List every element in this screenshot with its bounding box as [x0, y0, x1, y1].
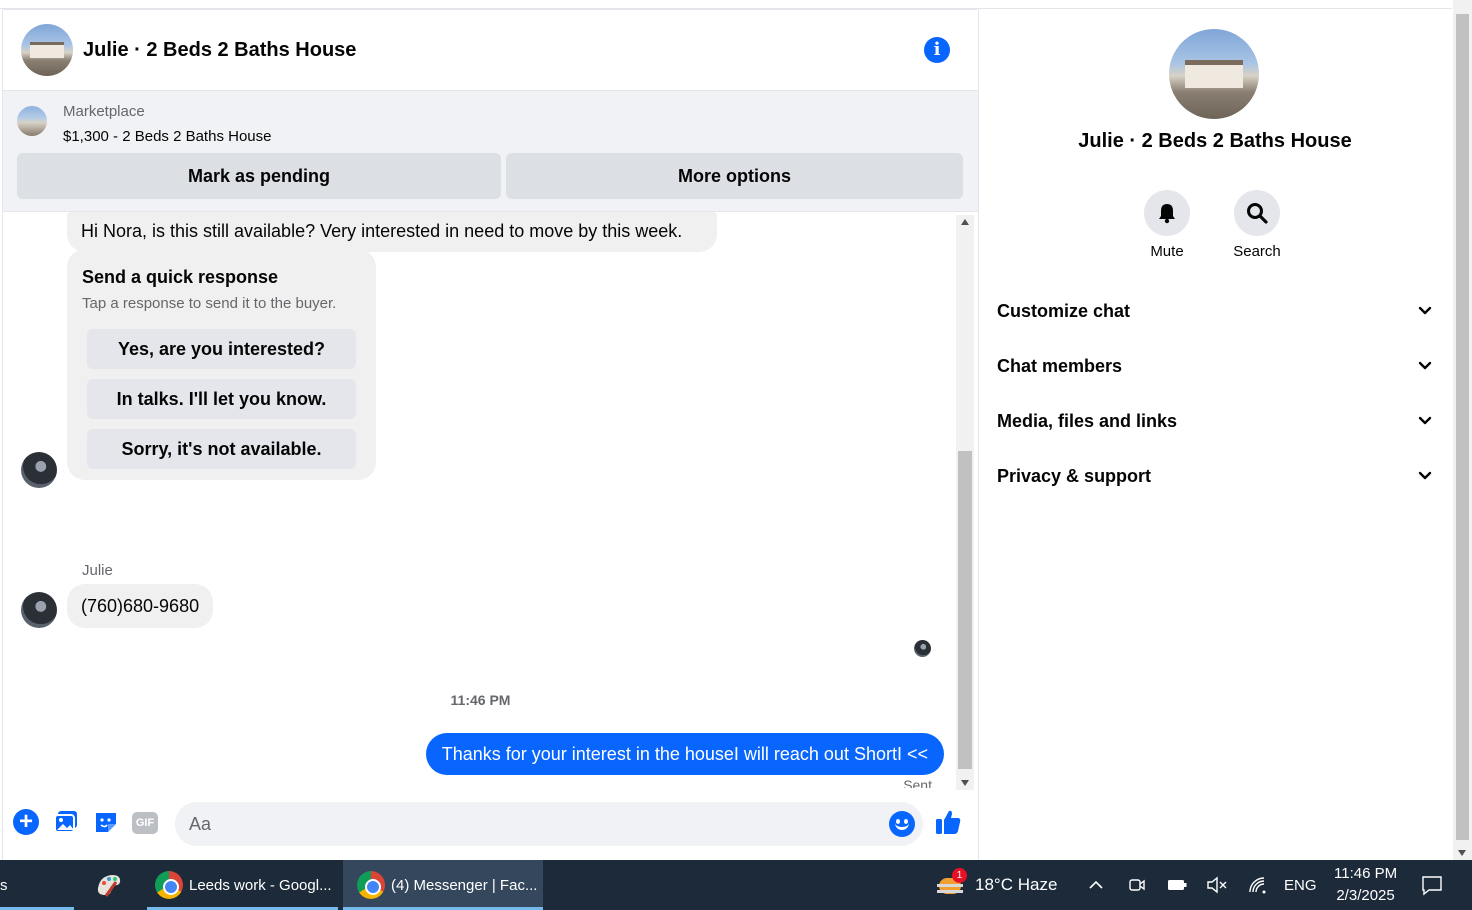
- page-scrollbar[interactable]: [1453, 0, 1472, 860]
- section-label: Customize chat: [997, 300, 1131, 321]
- weather-widget[interactable]: 1 18°C Haze: [935, 860, 1057, 910]
- avatar[interactable]: [21, 592, 57, 628]
- taskbar-label: (4) Messenger | Fac...: [391, 876, 538, 894]
- more-options-button[interactable]: More options: [506, 153, 963, 199]
- taskbar: s Leeds work - Googl... (4) Messenger | …: [0, 860, 1472, 910]
- privacy-support-section[interactable]: Privacy & support: [997, 456, 1433, 496]
- marketplace-label: Marketplace: [63, 103, 145, 120]
- chevron-down-icon: [1418, 416, 1432, 425]
- input-language-button[interactable]: ENG: [1284, 860, 1317, 910]
- quick-response-not-available-button[interactable]: Sorry, it's not available.: [87, 429, 356, 469]
- scroll-thumb[interactable]: [958, 451, 972, 769]
- language-label: ENG: [1284, 876, 1317, 894]
- quick-response-yes-button[interactable]: Yes, are you interested?: [87, 329, 356, 369]
- taskbar-app-leeds-chrome[interactable]: Leeds work - Googl...: [155, 860, 332, 910]
- message-timestamp: 11:46 PM: [450, 692, 511, 708]
- paint-app-icon: [97, 875, 121, 897]
- scroll-up-icon[interactable]: [961, 219, 969, 225]
- show-hidden-icons-button[interactable]: [1086, 860, 1106, 910]
- clock-time: 11:46 PM: [1334, 865, 1398, 882]
- seen-avatar: [914, 640, 931, 657]
- sent-message-bubble: Thanks for your interest in the houseI w…: [425, 733, 944, 775]
- chat-header: Julie · 2 Beds 2 Baths House i: [3, 10, 978, 90]
- taskbar-app-messenger-chrome[interactable]: (4) Messenger | Fac...: [343, 860, 543, 910]
- listing-avatar[interactable]: [21, 24, 73, 76]
- plus-icon[interactable]: +: [13, 809, 39, 835]
- wifi-icon: [1249, 877, 1266, 894]
- meet-now-button[interactable]: [1127, 860, 1147, 910]
- section-label: Chat members: [997, 355, 1123, 376]
- battery-icon: [1168, 880, 1187, 890]
- customize-chat-section[interactable]: Customize chat: [997, 291, 1433, 331]
- quick-response-subtitle: Tap a response to send it to the buyer.: [82, 295, 337, 312]
- sticker-icon[interactable]: [93, 809, 119, 835]
- taskbar-label: s: [0, 876, 8, 894]
- message-input[interactable]: [189, 802, 869, 846]
- chevron-down-icon: [1418, 306, 1432, 315]
- avatar[interactable]: [21, 452, 57, 488]
- notification-badge: 1: [952, 868, 967, 883]
- bell-icon: [1159, 204, 1175, 224]
- taskbar-label: Leeds work - Googl...: [189, 876, 332, 894]
- section-label: Media, files and links: [997, 410, 1178, 431]
- scroll-down-icon[interactable]: [961, 780, 969, 786]
- quick-response-card: Send a quick response Tap a response to …: [67, 249, 376, 480]
- scroll-down-icon[interactable]: [1458, 850, 1466, 856]
- battery-indicator[interactable]: [1166, 860, 1188, 910]
- screen: Julie · 2 Beds 2 Baths House i Marketpla…: [0, 0, 1472, 910]
- sender-name: Julie: [82, 562, 113, 579]
- mute-label: Mute: [1150, 243, 1184, 260]
- taskbar-app-paint[interactable]: [94, 860, 126, 910]
- chrome-icon: [357, 871, 385, 899]
- message-scrollbar[interactable]: [956, 215, 974, 790]
- weather-icon: 1: [935, 868, 967, 900]
- conversation-details-panel: Julie · 2 Beds 2 Baths House Mute Search…: [978, 9, 1452, 860]
- photo-icon[interactable]: [53, 809, 79, 835]
- sent-status: Sent: [903, 777, 932, 788]
- message-bubble: Hi Nora, is this still available? Very i…: [67, 212, 717, 252]
- notification-icon: [1422, 876, 1442, 896]
- listing-avatar-large[interactable]: [1169, 29, 1259, 119]
- chat-members-section[interactable]: Chat members: [997, 346, 1433, 386]
- quick-response-in-talks-button[interactable]: In talks. I'll let you know.: [87, 379, 356, 419]
- composer: + GIF: [3, 795, 978, 853]
- message-list: Hi Nora, is this still available? Very i…: [3, 212, 958, 788]
- top-edge: [0, 0, 1452, 9]
- mute-button[interactable]: Mute: [1137, 190, 1197, 260]
- search-button[interactable]: Search: [1227, 190, 1287, 260]
- taskbar-app-partial[interactable]: s: [0, 860, 74, 910]
- gif-icon[interactable]: GIF: [132, 812, 158, 834]
- search-label: Search: [1233, 243, 1281, 260]
- media-files-links-section[interactable]: Media, files and links: [997, 401, 1433, 441]
- details-title: Julie · 2 Beds 2 Baths House: [1078, 130, 1352, 152]
- notification-center-button[interactable]: [1420, 860, 1444, 910]
- scroll-thumb[interactable]: [1456, 14, 1469, 840]
- listing-title[interactable]: $1,300 - 2 Beds 2 Baths House: [63, 128, 271, 145]
- clock-date: 2/3/2025: [1336, 887, 1395, 904]
- section-label: Privacy & support: [997, 465, 1152, 486]
- search-icon: [1247, 203, 1268, 224]
- clock[interactable]: 11:46 PM 2/3/2025: [1334, 860, 1397, 910]
- chat-pane: Julie · 2 Beds 2 Baths House i Marketpla…: [2, 9, 978, 860]
- quick-response-title: Send a quick response: [82, 267, 279, 287]
- listing-thumbnail[interactable]: [17, 106, 47, 136]
- chevron-down-icon: [1418, 471, 1432, 480]
- info-icon[interactable]: i: [924, 37, 950, 63]
- marketplace-banner: Marketplace $1,300 - 2 Beds 2 Baths Hous…: [3, 90, 978, 212]
- speaker-muted-icon: [1207, 876, 1227, 894]
- volume-control[interactable]: [1206, 860, 1228, 910]
- mark-as-pending-button[interactable]: Mark as pending: [17, 153, 501, 199]
- camera-icon: [1129, 879, 1145, 891]
- chevron-up-icon: [1089, 880, 1103, 889]
- thumbs-up-icon[interactable]: [933, 807, 963, 837]
- network-indicator[interactable]: [1247, 860, 1269, 910]
- weather-text: 18°C Haze: [975, 875, 1058, 894]
- message-bubble: (760)680-9680: [67, 584, 214, 628]
- chevron-down-icon: [1418, 361, 1432, 370]
- chat-title[interactable]: Julie · 2 Beds 2 Baths House: [83, 39, 356, 62]
- emoji-icon[interactable]: [889, 811, 915, 837]
- message-input-wrap: [175, 802, 923, 846]
- chrome-icon: [155, 871, 183, 899]
